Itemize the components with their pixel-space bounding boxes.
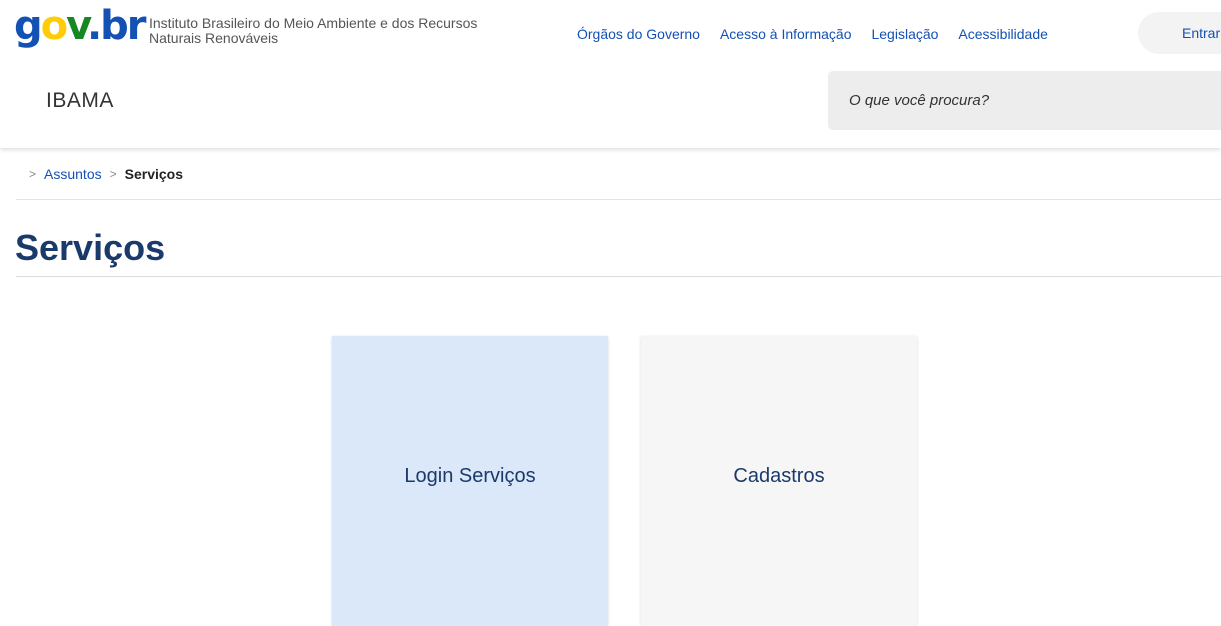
card-login-servicos[interactable]: Login Serviços — [332, 336, 608, 626]
top-nav: Órgãos do Governo Acesso à Informação Le… — [577, 26, 1048, 42]
nav-acessibilidade[interactable]: Acessibilidade — [958, 26, 1048, 42]
org-name: Instituto Brasileiro do Meio Ambiente e … — [149, 15, 478, 46]
divider — [16, 276, 1221, 277]
card-cadastros[interactable]: Cadastros — [641, 336, 917, 626]
logo-br: br — [100, 3, 146, 49]
breadcrumb-current: Serviços — [124, 166, 183, 182]
card-label: Login Serviços — [404, 464, 536, 487]
breadcrumb-item-assuntos[interactable]: Assuntos — [44, 166, 102, 182]
site-name[interactable]: IBAMA — [46, 89, 114, 113]
breadcrumb-separator: > — [29, 167, 37, 181]
site-header: gov.br Instituto Brasileiro do Meio Ambi… — [0, 0, 1221, 148]
card-label: Cadastros — [733, 464, 825, 487]
login-button[interactable]: Entrar — [1138, 12, 1221, 54]
logo-letter-v: v — [66, 3, 89, 49]
nav-legislacao[interactable]: Legislação — [871, 26, 938, 42]
breadcrumb: > Assuntos > Serviços — [29, 166, 183, 182]
govbr-logo[interactable]: gov.br — [14, 3, 147, 49]
search-placeholder: O que você procura? — [849, 92, 990, 109]
logo-letter-g: g — [14, 3, 43, 49]
nav-acesso-informacao[interactable]: Acesso à Informação — [720, 26, 852, 42]
logo-letter-o: o — [40, 3, 69, 49]
login-label: Entrar — [1182, 25, 1221, 41]
page-title: Serviços — [15, 227, 166, 268]
divider — [16, 199, 1221, 200]
breadcrumb-separator: > — [109, 167, 117, 181]
logo-dot: . — [86, 3, 102, 49]
search-input[interactable]: O que você procura? — [828, 71, 1221, 130]
nav-orgaos-governo[interactable]: Órgãos do Governo — [577, 26, 700, 42]
